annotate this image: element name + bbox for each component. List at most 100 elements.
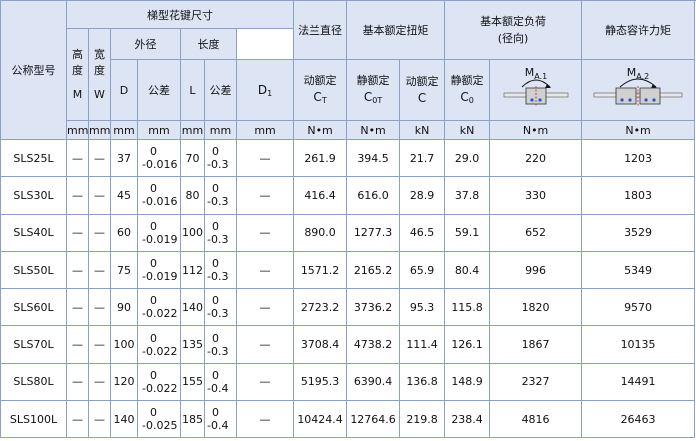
cell-diameter-tolerance-upper: 0 — [150, 406, 157, 420]
header-dynamic-torque-label: 动额定 — [303, 73, 337, 87]
cell-diameter-tolerance-lower: -0.022 — [142, 307, 178, 321]
cell-length-tolerance-lower: -0.3 — [207, 344, 229, 358]
cell-dynamic-load: 111.4 — [399, 325, 446, 364]
cell-outer-diameter: 60 — [110, 213, 138, 252]
cell-model: SLS60L — [0, 288, 67, 327]
cell-dynamic-torque: 2723.2 — [293, 288, 348, 327]
cell-height: — — [66, 138, 89, 178]
cell-dynamic-load: 65.9 — [399, 250, 446, 290]
header-flange-diameter: 法兰直径 — [293, 0, 348, 60]
cell-model: SLS30L — [0, 176, 67, 215]
cell-diameter-tolerance-lower: -0.016 — [142, 195, 178, 209]
unit-cell: N•m — [346, 120, 401, 140]
cell-static-torque: 4738.2 — [346, 325, 401, 364]
header-D1: D1 — [235, 59, 295, 121]
cell-diameter-tolerance-upper: 0 — [150, 145, 157, 159]
header-width-label: 宽度 — [94, 47, 105, 77]
cell-static-load: 37.8 — [444, 176, 491, 215]
cell-length-tolerance-upper: 0 — [212, 406, 219, 420]
header-length: 长度 — [180, 28, 237, 60]
cell-diameter-tolerance-lower: -0.019 — [142, 232, 178, 246]
header-static-torque: 静额定 C0T — [346, 59, 401, 121]
cell-diameter-tolerance: 0 -0.022 — [137, 288, 181, 327]
cell-moment-ma2: 1803 — [581, 176, 696, 215]
cell-static-load: 238.4 — [444, 400, 491, 439]
cell-length-tolerance-lower: -0.3 — [207, 307, 229, 321]
cell-length-tolerance-lower: -0.4 — [207, 381, 229, 395]
cell-diameter-tolerance-upper: 0 — [150, 368, 157, 382]
table-row: SLS50L — —75 0 -0.019 112 0 -0.3—1571.2 2165.2 65… — [0, 250, 696, 290]
header-rated-load-line2: (径向) — [497, 32, 529, 45]
cell-flange-diameter: — — [235, 362, 295, 402]
header-dynamic-load-label: 动额定 — [405, 75, 439, 88]
cell-height: — — [66, 213, 89, 252]
cell-diameter-tolerance-lower: -0.022 — [142, 381, 178, 395]
unit-cell: N•m — [581, 120, 696, 140]
table-row: SLS25L — —37 0 -0.016 70 0 -0.3—261.9 394.5 21.7 2… — [0, 138, 696, 178]
cell-length: 135 — [180, 325, 205, 364]
cell-flange-diameter: — — [235, 400, 295, 439]
cell-model: SLS100L — [0, 400, 67, 439]
header-L-tolerance: 公差 — [204, 59, 237, 121]
cell-moment-ma1: 996 — [489, 250, 583, 290]
cell-dynamic-torque: 10424.4 — [293, 400, 348, 439]
table-row: SLS30L — —45 0 -0.016 80 0 -0.3—416.4 616.0 28.9 3… — [0, 176, 696, 215]
cell-moment-ma2: 1203 — [581, 138, 696, 178]
table-body: SLS25L — —37 0 -0.016 70 0 -0.3—261.9 394.5 21.7 2… — [0, 138, 696, 439]
cell-diameter-tolerance: 0 -0.019 — [137, 250, 181, 290]
header-static-torque-label: 静额定 — [356, 73, 390, 87]
header-dynamic-load: 动额定 C — [399, 59, 446, 121]
cell-moment-ma2: 5349 — [581, 250, 696, 290]
cell-width: — — [88, 176, 111, 215]
cell-diameter-tolerance-upper: 0 — [150, 182, 157, 196]
moment-ma1-icon: MA.1 — [503, 66, 568, 107]
cell-length: 70 — [180, 138, 205, 178]
cell-diameter-tolerance-lower: -0.022 — [142, 344, 178, 358]
cell-dynamic-load: 136.8 — [399, 362, 446, 402]
cell-moment-ma1: 652 — [489, 213, 583, 252]
header-rated-load: 基本额定负荷 (径向) — [444, 0, 583, 60]
cell-flange-diameter: — — [235, 138, 295, 178]
cell-static-torque: 2165.2 — [346, 250, 401, 290]
cell-static-torque: 1277.3 — [346, 213, 401, 252]
cell-dynamic-torque: 1571.2 — [293, 250, 348, 290]
cell-length-tolerance-upper: 0 — [212, 368, 219, 382]
unit-cell: N•m — [489, 120, 583, 140]
cell-width: — — [88, 288, 111, 327]
cell-length-tolerance-lower: -0.4 — [207, 419, 229, 433]
cell-outer-diameter: 45 — [110, 176, 138, 215]
cell-diameter-tolerance-lower: -0.025 — [142, 419, 178, 433]
unit-cell: mm — [204, 120, 237, 140]
table-row: SLS100L — —140 0 -0.025 185 0 -0.4—10424.4 12764… — [0, 400, 696, 439]
cell-length-tolerance-lower: -0.3 — [207, 270, 229, 284]
cell-width: — — [88, 138, 111, 178]
header-height-symbol: M — [72, 87, 83, 101]
header-D-tolerance: 公差 — [137, 59, 181, 121]
cell-model: SLS40L — [0, 213, 67, 252]
cell-length: 155 — [180, 362, 205, 402]
table-row: SLS40L — —60 0 -0.019 100 0 -0.3—890.0 1277.3 46.… — [0, 213, 696, 252]
cell-height: — — [66, 362, 89, 402]
cell-model: SLS50L — [0, 250, 67, 290]
cell-static-load: 29.0 — [444, 138, 491, 178]
cell-length-tolerance-upper: 0 — [212, 182, 219, 196]
header-L: L — [180, 59, 205, 121]
cell-diameter-tolerance-upper: 0 — [150, 219, 157, 233]
cell-length: 80 — [180, 176, 205, 215]
cell-height: — — [66, 176, 89, 215]
cell-width: — — [88, 325, 111, 364]
cell-flange-diameter: — — [235, 176, 295, 215]
cell-moment-ma2: 14491 — [581, 362, 696, 402]
cell-diameter-tolerance: 0 -0.016 — [137, 176, 181, 215]
cell-length-tolerance: 0 -0.3 — [204, 138, 237, 178]
cell-diameter-tolerance: 0 -0.019 — [137, 213, 181, 252]
unit-cell: mm — [235, 120, 295, 140]
cell-diameter-tolerance-lower: -0.016 — [142, 158, 178, 172]
cell-moment-ma1: 330 — [489, 176, 583, 215]
table-row: SLS80L — —120 0 -0.022 155 0 -0.4—5195.3 6390.4 1… — [0, 362, 696, 402]
cell-flange-diameter: — — [235, 288, 295, 327]
cell-length-tolerance: 0 -0.3 — [204, 213, 237, 252]
header-static-load-label: 静额定 — [450, 73, 484, 87]
cell-static-torque: 3736.2 — [346, 288, 401, 327]
cell-dynamic-torque: 416.4 — [293, 176, 348, 215]
